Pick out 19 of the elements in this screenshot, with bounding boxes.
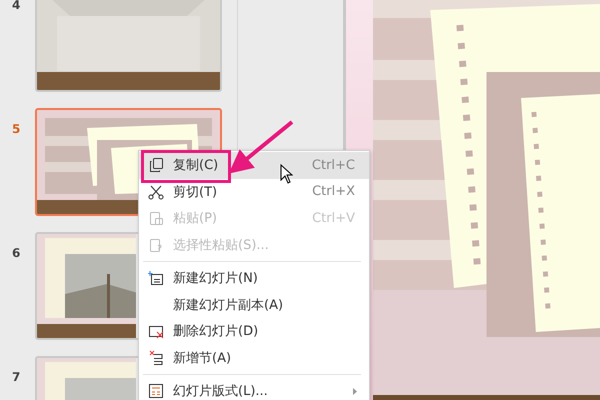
- menu-item[interactable]: 删除幻灯片(D): [139, 318, 369, 344]
- menu-item[interactable]: 幻灯片版式(L)...: [139, 378, 369, 400]
- slide-number: 6: [11, 246, 22, 260]
- menu-item[interactable]: 新增节(A): [139, 344, 369, 371]
- copy-icon: [148, 157, 164, 174]
- cursor-icon: [280, 164, 293, 184]
- scissors-icon: [148, 184, 164, 200]
- delete-slide-icon: [148, 323, 164, 340]
- layout-icon: [148, 383, 164, 400]
- menu-item[interactable]: 剪切(T) Ctrl+X: [139, 178, 369, 205]
- new-slide-icon: [148, 270, 164, 286]
- slide-number: 5: [11, 122, 22, 136]
- clipboard-icon: [148, 210, 164, 226]
- menu-item[interactable]: 新建幻灯片副本(A): [139, 292, 369, 318]
- slide-number: 4: [11, 0, 22, 12]
- menu-item[interactable]: 新建幻灯片(N): [139, 265, 369, 292]
- new-section-icon: [148, 350, 164, 366]
- clipboard-icon: [148, 236, 164, 253]
- slide-number: 7: [11, 370, 22, 384]
